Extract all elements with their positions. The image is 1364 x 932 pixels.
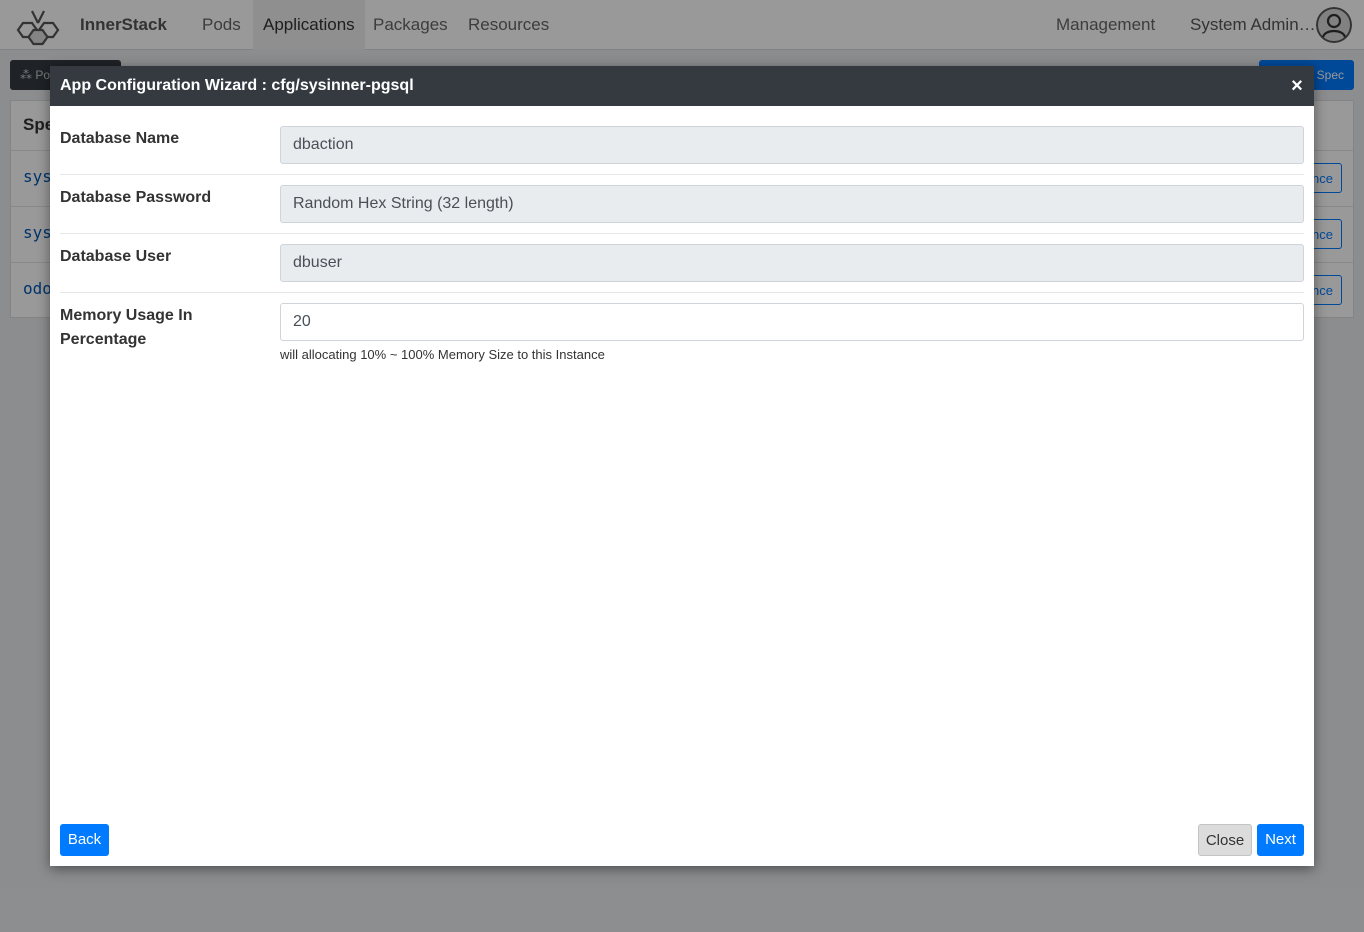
back-button[interactable]: Back bbox=[60, 824, 109, 856]
memory-usage-input[interactable] bbox=[280, 303, 1304, 341]
memory-usage-help-text: will allocating 10% ~ 100% Memory Size t… bbox=[280, 347, 605, 362]
modal-title: App Configuration Wizard : cfg/sysinner-… bbox=[60, 77, 414, 94]
database-name-input[interactable] bbox=[280, 126, 1304, 164]
next-button[interactable]: Next bbox=[1257, 824, 1304, 856]
modal-header: App Configuration Wizard : cfg/sysinner-… bbox=[50, 66, 1314, 106]
close-icon[interactable]: × bbox=[1286, 74, 1308, 98]
field-database-name: Database Name bbox=[60, 116, 1304, 175]
database-password-input[interactable] bbox=[280, 185, 1304, 223]
field-database-user: Database User bbox=[60, 234, 1304, 293]
app-config-wizard-modal: App Configuration Wizard : cfg/sysinner-… bbox=[50, 66, 1314, 866]
field-label: Memory Usage In Percentage bbox=[60, 307, 193, 348]
field-label: Database Name bbox=[60, 130, 180, 147]
field-label: Database Password bbox=[60, 189, 212, 206]
field-memory-usage: Memory Usage In Percentage will allocati… bbox=[60, 293, 1304, 373]
field-database-password: Database Password bbox=[60, 175, 1304, 234]
close-button[interactable]: Close bbox=[1198, 824, 1252, 856]
field-label: Database User bbox=[60, 248, 172, 265]
database-user-input[interactable] bbox=[280, 244, 1304, 282]
